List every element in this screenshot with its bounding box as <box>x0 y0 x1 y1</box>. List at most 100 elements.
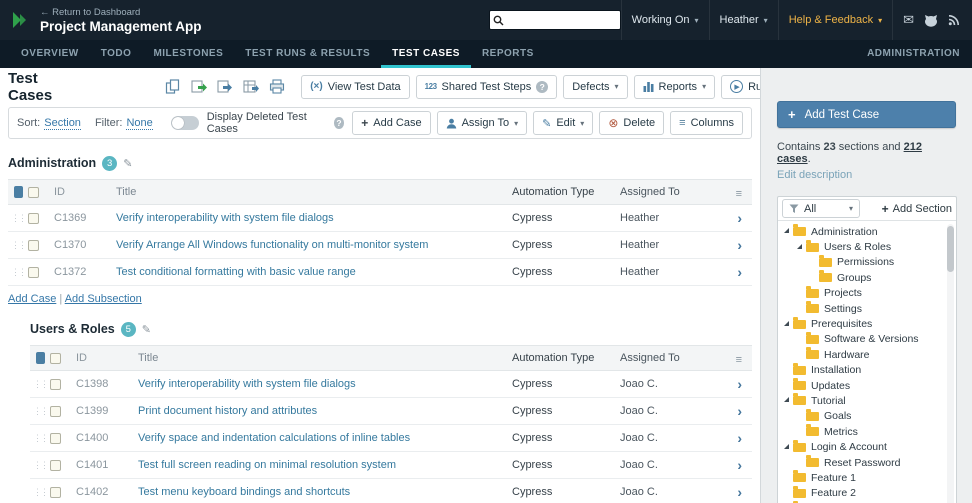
table-row[interactable]: ⋮⋮ C1370 Verify Arrange All Windows func… <box>8 232 752 259</box>
shared-test-steps-button[interactable]: 123 Shared Test Steps <box>416 75 558 99</box>
view-test-data-button[interactable]: (×) View Test Data <box>301 75 409 99</box>
drag-handle-icon[interactable]: ⋮⋮ <box>30 433 50 444</box>
tree-item[interactable]: Installation <box>780 363 954 378</box>
row-chevron-icon[interactable]: › <box>722 377 752 391</box>
column-header-id[interactable]: ID <box>76 352 138 364</box>
edit-section-icon[interactable]: ✎ <box>142 323 151 336</box>
case-title-link[interactable]: Verify Arrange All Windows functionality… <box>116 239 428 251</box>
row-chevron-icon[interactable]: › <box>722 485 752 499</box>
tree-filter-dropdown[interactable]: All ▾ <box>782 199 860 218</box>
case-title-link[interactable]: Test conditional formatting with basic v… <box>116 266 356 278</box>
rss-icon[interactable] <box>948 14 960 26</box>
row-chevron-icon[interactable]: › <box>722 265 752 279</box>
tree-item[interactable]: Groups <box>780 270 954 285</box>
row-checkbox[interactable] <box>28 213 39 224</box>
help-icon[interactable] <box>334 117 345 129</box>
columns-button[interactable]: ≡ Columns <box>670 111 743 135</box>
search-input[interactable] <box>504 12 620 28</box>
delete-button[interactable]: ⊗ Delete <box>599 111 664 135</box>
copy-icon[interactable] <box>164 78 181 95</box>
table-view-icon[interactable] <box>242 78 259 95</box>
select-all-checkbox[interactable] <box>50 353 61 364</box>
row-checkbox[interactable] <box>50 460 61 471</box>
tree-item[interactable]: Feature 1 <box>780 470 954 485</box>
case-title-link[interactable]: Print document history and attributes <box>138 405 317 417</box>
row-checkbox[interactable] <box>28 267 39 278</box>
tree-item[interactable]: Prerequisites <box>780 316 954 331</box>
expand-arrow-icon[interactable] <box>797 244 802 249</box>
column-header-assigned[interactable]: Assigned To <box>620 186 722 198</box>
drag-handle-icon[interactable]: ⋮⋮ <box>8 240 28 251</box>
drag-handle-icon[interactable]: ⋮⋮ <box>8 213 28 224</box>
app-logo-icon[interactable] <box>8 8 32 32</box>
scrollbar-thumb[interactable] <box>947 226 954 272</box>
help-icon[interactable] <box>536 81 548 93</box>
row-checkbox[interactable] <box>50 433 61 444</box>
reports-button[interactable]: Reports ▾ <box>634 75 716 99</box>
tree-item[interactable]: Login & Account <box>780 439 954 454</box>
columns-grid-icon[interactable]: ≡ <box>736 188 742 200</box>
tree-item[interactable]: Administration <box>780 224 954 239</box>
mail-icon[interactable]: ✉ <box>903 12 914 28</box>
working-on-menu[interactable]: Working On ▾ <box>621 0 709 40</box>
column-header-title[interactable]: Title <box>138 352 512 364</box>
row-checkbox[interactable] <box>50 406 61 417</box>
assign-to-button[interactable]: Assign To ▾ <box>437 111 528 135</box>
nav-tab[interactable]: OVERVIEW <box>10 40 90 68</box>
case-title-link[interactable]: Test full screen reading on minimal reso… <box>138 459 396 471</box>
nav-tab[interactable]: TEST CASES <box>381 40 471 68</box>
row-checkbox[interactable] <box>50 379 61 390</box>
nav-tab[interactable]: MILESTONES <box>142 40 234 68</box>
import-cases-icon[interactable] <box>190 78 207 95</box>
github-icon[interactable] <box>924 14 938 27</box>
table-row[interactable]: ⋮⋮ C1402 Test menu keyboard bindings and… <box>30 479 752 503</box>
tree-item[interactable]: Metrics <box>780 424 954 439</box>
column-header-id[interactable]: ID <box>54 186 116 198</box>
row-chevron-icon[interactable]: › <box>722 211 752 225</box>
grip-icon[interactable] <box>14 186 23 198</box>
edit-section-icon[interactable]: ✎ <box>123 157 132 170</box>
column-header-assigned[interactable]: Assigned To <box>620 352 722 364</box>
tree-item[interactable]: Tutorial <box>780 393 954 408</box>
deleted-cases-toggle[interactable] <box>171 116 199 130</box>
nav-tab[interactable]: REPORTS <box>471 40 545 68</box>
columns-grid-icon[interactable]: ≡ <box>736 354 742 366</box>
case-title-link[interactable]: Test menu keyboard bindings and shortcut… <box>138 486 350 498</box>
table-row[interactable]: ⋮⋮ C1372 Test conditional formatting wit… <box>8 259 752 286</box>
tree-item[interactable]: Goals <box>780 409 954 424</box>
table-row[interactable]: ⋮⋮ C1369 Verify interoperability with sy… <box>8 205 752 232</box>
tree-item[interactable]: Hardware <box>780 347 954 362</box>
add-section-button[interactable]: + Add Section <box>882 202 952 216</box>
expand-arrow-icon[interactable] <box>784 397 789 402</box>
tree-item[interactable]: Updates <box>780 378 954 393</box>
drag-handle-icon[interactable]: ⋮⋮ <box>30 406 50 417</box>
print-icon[interactable] <box>268 78 285 95</box>
expand-arrow-icon[interactable] <box>784 228 789 233</box>
user-menu[interactable]: Heather ▾ <box>709 0 778 40</box>
expand-arrow-icon[interactable] <box>784 444 789 449</box>
tree-item[interactable]: Software & Versions <box>780 332 954 347</box>
tree-item[interactable]: Feature 2 <box>780 486 954 501</box>
tree-item[interactable]: Settings <box>780 301 954 316</box>
drag-handle-icon[interactable]: ⋮⋮ <box>30 487 50 498</box>
nav-administration[interactable]: ADMINISTRATION <box>867 40 960 68</box>
nav-tab[interactable]: TODO <box>90 40 143 68</box>
tree-item[interactable]: Reset Password <box>780 455 954 470</box>
row-checkbox[interactable] <box>28 240 39 251</box>
footer-link[interactable]: Add Subsection <box>65 293 142 305</box>
row-chevron-icon[interactable]: › <box>722 431 752 445</box>
row-chevron-icon[interactable]: › <box>722 404 752 418</box>
expand-arrow-icon[interactable] <box>784 321 789 326</box>
column-header-title[interactable]: Title <box>116 186 512 198</box>
return-to-dashboard-link[interactable]: ← Return to Dashboard <box>40 7 202 18</box>
select-all-checkbox[interactable] <box>28 187 39 198</box>
export-cases-icon[interactable] <box>216 78 233 95</box>
tree-item[interactable]: Users & Roles <box>780 239 954 254</box>
row-chevron-icon[interactable]: › <box>722 458 752 472</box>
edit-button[interactable]: ✎ Edit ▾ <box>533 111 593 135</box>
run-test-button[interactable]: Run Test <box>721 75 760 99</box>
filter-value-link[interactable]: None <box>126 117 152 130</box>
help-feedback-menu[interactable]: Help & Feedback ▾ <box>778 0 892 40</box>
add-case-button[interactable]: + Add Case <box>352 111 430 135</box>
footer-link[interactable]: Add Case <box>8 293 56 305</box>
